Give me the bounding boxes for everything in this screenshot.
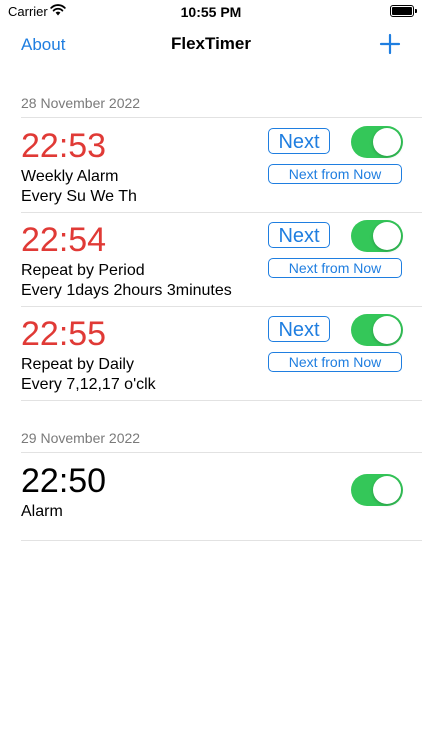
page-title: FlexTimer	[170, 34, 251, 53]
next-button[interactable]: Next	[268, 222, 330, 248]
list-item[interactable]: 22:50 Alarm	[0, 453, 422, 541]
next-button[interactable]: Next	[268, 128, 330, 154]
divider	[21, 400, 422, 401]
status-time: 10:55 PM	[180, 4, 242, 20]
plus-icon[interactable]	[378, 32, 402, 56]
status-bar: Carrier 10:55 PM	[0, 0, 422, 26]
alarm-time: 22:53	[21, 127, 107, 165]
next-from-now-button[interactable]: Next from Now	[268, 164, 402, 184]
alarm-toggle[interactable]	[351, 220, 403, 252]
nav-bar: About FlexTimer	[0, 26, 422, 64]
alarm-toggle[interactable]	[351, 474, 403, 506]
alarm-title: Repeat by Daily	[21, 356, 134, 373]
alarm-time: 22:54	[21, 221, 107, 259]
list-item[interactable]: 22:54 Repeat by Period Every 1days 2hour…	[0, 212, 422, 306]
alarm-time: 22:50	[21, 462, 107, 500]
alarm-repeat-desc: Every 7,12,17 o'clk	[21, 376, 156, 393]
battery-icon	[390, 5, 417, 17]
alarm-toggle[interactable]	[351, 126, 403, 158]
list-item[interactable]: 22:55 Repeat by Daily Every 7,12,17 o'cl…	[0, 306, 422, 400]
alarm-title: Repeat by Period	[21, 262, 145, 279]
divider	[21, 540, 422, 541]
list-item[interactable]: 22:53 Weekly Alarm Every Su We Th Next N…	[0, 118, 422, 212]
section-header-date: 29 November 2022	[21, 430, 141, 446]
next-from-now-button[interactable]: Next from Now	[268, 258, 402, 278]
alarm-toggle[interactable]	[351, 314, 403, 346]
alarm-time: 22:55	[21, 315, 107, 353]
next-button[interactable]: Next	[268, 316, 330, 342]
alarm-repeat-desc: Every Su We Th	[21, 188, 137, 205]
next-from-now-button[interactable]: Next from Now	[268, 352, 402, 372]
alarm-title: Alarm	[21, 503, 63, 520]
alarm-repeat-desc: Every 1days 2hours 3minutes	[21, 282, 232, 299]
alarm-title: Weekly Alarm	[21, 168, 119, 185]
section-header-date: 28 November 2022	[21, 95, 141, 111]
